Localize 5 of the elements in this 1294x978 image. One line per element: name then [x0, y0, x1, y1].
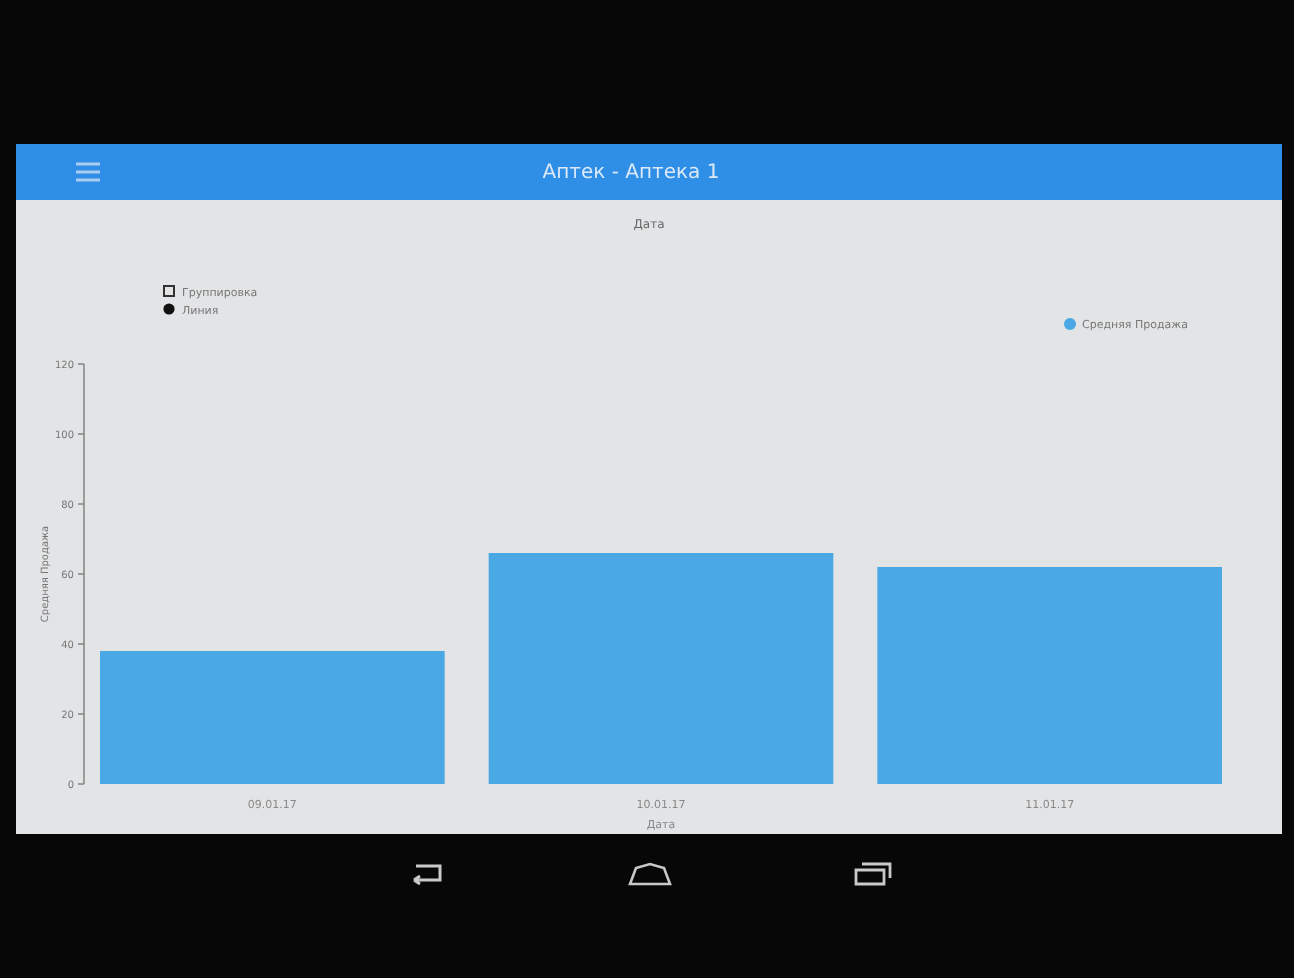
app-title: Аптек - Аптека 1 — [540, 161, 722, 183]
home-icon[interactable] — [627, 862, 671, 886]
legend-dot-icon — [163, 303, 175, 315]
recent-apps-icon[interactable] — [851, 862, 891, 886]
legend-square-icon — [163, 285, 175, 297]
